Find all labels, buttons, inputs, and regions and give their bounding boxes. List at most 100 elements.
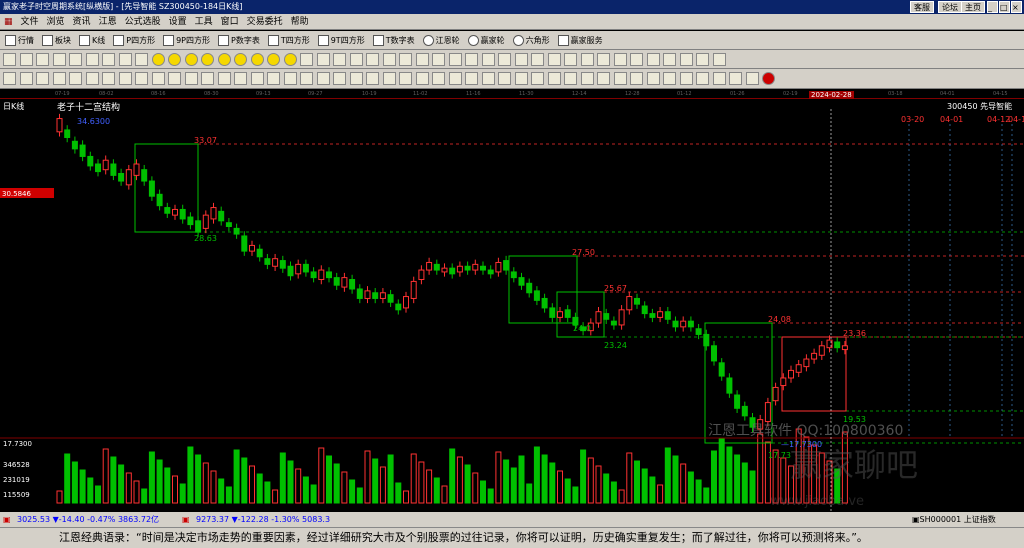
draw-tool-24-icon[interactable] <box>382 53 396 66</box>
menu-settings[interactable]: 设置 <box>165 14 191 30</box>
analysis-tool-11-icon[interactable] <box>168 72 181 85</box>
draw-tool-41-icon[interactable] <box>663 53 676 66</box>
analysis-tool-7-icon[interactable] <box>102 72 115 85</box>
analysis-tool-40-icon[interactable] <box>646 72 660 85</box>
analysis-tool-24-icon[interactable] <box>382 72 396 85</box>
draw-tool-27-icon[interactable] <box>432 53 445 66</box>
analysis-tool-18-icon[interactable] <box>283 72 297 85</box>
menu-help[interactable]: 帮助 <box>287 14 313 30</box>
analysis-tool-27-icon[interactable] <box>432 72 445 85</box>
analysis-tool-42-icon[interactable] <box>679 72 693 85</box>
analysis-tool-22-icon[interactable] <box>349 72 363 85</box>
analysis-tool-23-icon[interactable] <box>366 72 379 85</box>
analysis-tool-36-icon[interactable] <box>580 72 594 85</box>
draw-tool-23-icon[interactable] <box>366 53 379 66</box>
analysis-tool-5-icon[interactable] <box>69 72 82 85</box>
draw-tool-31-icon[interactable] <box>498 53 511 66</box>
service-button[interactable]: 客服 <box>910 1 934 13</box>
analysis-tool-25-icon[interactable] <box>399 72 412 85</box>
close-icon[interactable]: × <box>1011 1 1022 13</box>
analysis-tool-38-icon[interactable] <box>613 72 627 85</box>
analysis-tool-28-icon[interactable] <box>448 72 462 85</box>
analysis-tool-45-icon[interactable] <box>729 72 742 85</box>
draw-tool-25-icon[interactable] <box>399 53 412 66</box>
analysis-tool-10-icon[interactable] <box>151 72 165 85</box>
draw-tool-44-icon[interactable] <box>712 53 726 66</box>
draw-tool-3-icon[interactable] <box>36 53 49 66</box>
analysis-tool-9-icon[interactable] <box>135 72 148 85</box>
draw-tool-5-icon[interactable] <box>69 53 82 66</box>
analysis-tool-41-icon[interactable] <box>663 72 676 85</box>
draw-tool-16-icon[interactable] <box>250 53 264 66</box>
analysis-tool-35-icon[interactable] <box>564 72 577 85</box>
analysis-tool-46-icon[interactable] <box>745 72 759 85</box>
menu-formula[interactable]: 公式选股 <box>121 14 165 30</box>
analysis-tool-47-icon[interactable] <box>762 72 775 85</box>
draw-tool-17-icon[interactable] <box>267 53 280 66</box>
analysis-tool-34-icon[interactable] <box>547 72 561 85</box>
analysis-tool-15-icon[interactable] <box>234 72 247 85</box>
draw-tool-30-icon[interactable] <box>481 53 495 66</box>
analysis-tool-43-icon[interactable] <box>696 72 709 85</box>
draw-tool-22-icon[interactable] <box>349 53 363 66</box>
menu-window[interactable]: 窗口 <box>217 14 243 30</box>
maximize-icon[interactable]: □ <box>999 1 1010 13</box>
tool-winner-service[interactable]: 赢家服务 <box>555 31 606 49</box>
draw-tool-14-icon[interactable] <box>217 53 231 66</box>
analysis-tool-30-icon[interactable] <box>481 72 495 85</box>
draw-tool-18-icon[interactable] <box>283 53 297 66</box>
tool-winner-wheel[interactable]: 赢家轮 <box>465 31 508 49</box>
draw-tool-15-icon[interactable] <box>234 53 247 66</box>
analysis-tool-29-icon[interactable] <box>465 72 478 85</box>
analysis-tool-32-icon[interactable] <box>514 72 528 85</box>
menu-gann[interactable]: 江恩 <box>95 14 121 30</box>
draw-tool-32-icon[interactable] <box>514 53 528 66</box>
analysis-tool-8-icon[interactable] <box>118 72 132 85</box>
analysis-tool-33-icon[interactable] <box>531 72 544 85</box>
menu-trade[interactable]: 交易委托 <box>243 14 287 30</box>
analysis-tool-20-icon[interactable] <box>316 72 330 85</box>
draw-tool-37-icon[interactable] <box>597 53 610 66</box>
analysis-tool-6-icon[interactable] <box>85 72 99 85</box>
draw-tool-29-icon[interactable] <box>465 53 478 66</box>
draw-tool-12-icon[interactable] <box>184 53 198 66</box>
tool-hexagon[interactable]: 六角形 <box>510 31 553 49</box>
minimize-icon[interactable]: _ <box>987 1 998 13</box>
draw-tool-1-icon[interactable] <box>3 53 16 66</box>
menu-news[interactable]: 资讯 <box>69 14 95 30</box>
draw-tool-7-icon[interactable] <box>102 53 115 66</box>
draw-tool-13-icon[interactable] <box>201 53 214 66</box>
analysis-tool-31-icon[interactable] <box>498 72 511 85</box>
draw-tool-40-icon[interactable] <box>646 53 660 66</box>
draw-tool-6-icon[interactable] <box>85 53 99 66</box>
analysis-tool-39-icon[interactable] <box>630 72 643 85</box>
analysis-tool-3-icon[interactable] <box>36 72 49 85</box>
draw-tool-43-icon[interactable] <box>696 53 709 66</box>
analysis-tool-1-icon[interactable] <box>3 72 16 85</box>
kline-chart[interactable]: 日K线 老子十二宫结构 300450 先导智能 33.07 28.63 27.50 2… <box>0 99 1024 511</box>
analysis-tool-19-icon[interactable] <box>300 72 313 85</box>
draw-tool-19-icon[interactable] <box>300 53 313 66</box>
tool-gann-wheel[interactable]: 江恩轮 <box>420 31 463 49</box>
tool-quotes[interactable]: 行情 <box>2 31 37 49</box>
tool-9p-square[interactable]: 9P四方形 <box>160 31 213 49</box>
draw-tool-2-icon[interactable] <box>19 53 33 66</box>
draw-tool-21-icon[interactable] <box>333 53 346 66</box>
analysis-tool-37-icon[interactable] <box>597 72 610 85</box>
tool-t-table[interactable]: T数字表 <box>370 31 418 49</box>
menu-browse[interactable]: 浏览 <box>43 14 69 30</box>
tool-p-square[interactable]: P四方形 <box>110 31 158 49</box>
analysis-tool-44-icon[interactable] <box>712 72 726 85</box>
tool-kline[interactable]: K线 <box>76 31 108 49</box>
draw-tool-9-icon[interactable] <box>135 53 148 66</box>
draw-tool-10-icon[interactable] <box>151 53 165 66</box>
draw-tool-35-icon[interactable] <box>564 53 577 66</box>
analysis-tool-12-icon[interactable] <box>184 72 198 85</box>
draw-tool-8-icon[interactable] <box>118 53 132 66</box>
draw-tool-34-icon[interactable] <box>547 53 561 66</box>
analysis-tool-13-icon[interactable] <box>201 72 214 85</box>
draw-tool-36-icon[interactable] <box>580 53 594 66</box>
menu-file[interactable]: 文件 <box>17 14 43 30</box>
home-button[interactable]: 主页 <box>961 1 985 13</box>
forum-button[interactable]: 论坛 <box>938 1 962 13</box>
